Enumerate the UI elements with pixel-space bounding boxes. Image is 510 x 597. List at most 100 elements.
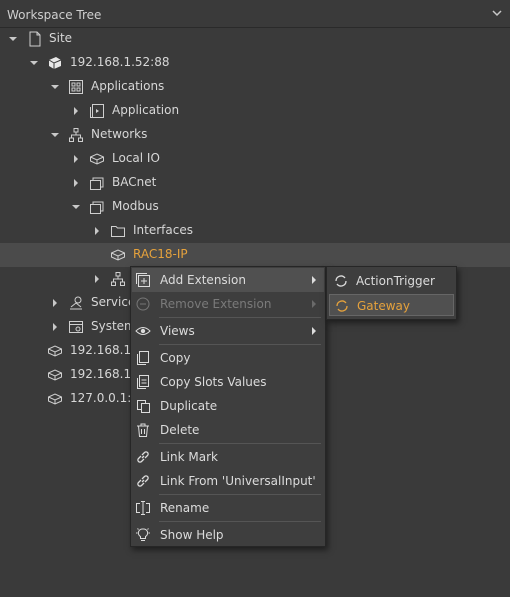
- menu-link-mark[interactable]: Link Mark: [132, 445, 324, 469]
- tree-label: Application: [112, 103, 180, 117]
- menu-delete[interactable]: Delete: [132, 418, 324, 442]
- tree-label: BACnet: [112, 175, 157, 189]
- menu-label: Views: [160, 324, 195, 338]
- tree-label: RAC18-IP: [133, 247, 188, 261]
- menu-label: Show Help: [160, 528, 224, 542]
- application-icon: [90, 104, 104, 118]
- action-trigger-icon: [335, 275, 347, 287]
- tree-label: Interfaces: [133, 223, 193, 237]
- expand-toggle[interactable]: [9, 37, 17, 41]
- add-extension-icon: [136, 273, 150, 287]
- duplicate-icon: [137, 400, 150, 413]
- add-extension-submenu: ActionTrigger Gateway: [326, 266, 457, 320]
- menu-copy[interactable]: Copy: [132, 346, 324, 370]
- tree-label: 192.168.1.52:88: [70, 55, 170, 69]
- menu-separator: [159, 317, 321, 318]
- panel-header: Workspace Tree: [0, 0, 510, 28]
- tree-node-applications[interactable]: Applications: [0, 75, 510, 99]
- network-icon: [69, 128, 83, 142]
- menu-separator: [159, 521, 321, 522]
- device-outline-icon: [111, 249, 125, 261]
- tree-label: Service: [91, 295, 136, 309]
- collapse-icon[interactable]: [492, 8, 502, 18]
- tree-label: Modbus: [112, 199, 159, 213]
- menu-label: Copy: [160, 351, 191, 365]
- eye-icon: [135, 327, 151, 335]
- expand-toggle[interactable]: [53, 323, 57, 331]
- submenu-arrow-icon: [312, 276, 316, 284]
- menu-remove-extension[interactable]: Remove Extension: [132, 292, 324, 316]
- device-outline-icon: [48, 369, 62, 381]
- tree-node-rac18-ip[interactable]: RAC18-IP: [0, 243, 510, 267]
- tree-node-local-io[interactable]: Local IO: [0, 147, 510, 171]
- menu-label: Link From 'UniversalInput': [160, 474, 316, 488]
- device-icon: [48, 57, 62, 69]
- expand-toggle[interactable]: [74, 155, 78, 163]
- expand-toggle[interactable]: [53, 299, 57, 307]
- menu-views[interactable]: Views: [132, 319, 324, 343]
- context-menu: Add Extension Remove Extension Views Cop…: [130, 266, 326, 547]
- submenu-arrow-icon: [312, 300, 316, 308]
- tree-label: Local IO: [112, 151, 160, 165]
- trash-icon: [137, 423, 149, 437]
- device-outline-icon: [48, 345, 62, 357]
- expand-toggle[interactable]: [72, 205, 80, 209]
- menu-label: Rename: [160, 501, 210, 515]
- submenu-arrow-icon: [312, 327, 316, 335]
- expand-toggle[interactable]: [30, 61, 38, 65]
- menu-label: Delete: [160, 423, 200, 437]
- submenu-gateway[interactable]: Gateway: [329, 294, 454, 316]
- menu-show-help[interactable]: Show Help: [132, 523, 324, 547]
- panel-title: Workspace Tree: [7, 8, 102, 22]
- menu-link-from[interactable]: Link From 'UniversalInput': [132, 469, 324, 493]
- menu-rename[interactable]: Rename: [132, 496, 324, 520]
- menu-label: Remove Extension: [160, 297, 272, 311]
- remove-icon: [136, 297, 150, 311]
- gateway-icon: [336, 300, 348, 312]
- menu-separator: [159, 494, 321, 495]
- tree-node-modbus[interactable]: Modbus: [0, 195, 510, 219]
- copy-values-icon: [137, 375, 149, 389]
- submenu-action-trigger[interactable]: ActionTrigger: [329, 270, 454, 292]
- rename-icon: [136, 501, 150, 515]
- tree-node-site[interactable]: Site: [0, 27, 510, 51]
- expand-toggle[interactable]: [74, 179, 78, 187]
- tree-node-host[interactable]: 192.168.1.52:88: [0, 51, 510, 75]
- menu-separator: [159, 443, 321, 444]
- system-icon: [69, 321, 83, 333]
- tree-label: Site: [49, 31, 73, 45]
- tree-label: Networks: [91, 127, 148, 141]
- link-from-icon: [137, 475, 149, 487]
- menu-duplicate[interactable]: Duplicate: [132, 394, 324, 418]
- menu-label: Add Extension: [160, 273, 246, 287]
- network-icon: [111, 272, 125, 286]
- link-icon: [137, 451, 149, 463]
- menu-separator: [159, 344, 321, 345]
- services-icon: [70, 296, 82, 310]
- tree-node-bacnet[interactable]: BACnet: [0, 171, 510, 195]
- lightbulb-icon: [136, 528, 150, 541]
- copy-icon: [137, 351, 149, 365]
- expand-toggle[interactable]: [95, 227, 99, 235]
- expand-toggle[interactable]: [51, 85, 59, 89]
- expand-toggle[interactable]: [74, 107, 78, 115]
- tree-node-application[interactable]: Application: [0, 99, 510, 123]
- tree-node-interfaces[interactable]: Interfaces: [0, 219, 510, 243]
- device-outline-icon: [48, 393, 62, 405]
- folder-icon: [111, 226, 125, 237]
- local-io-icon: [90, 153, 104, 165]
- menu-label: Copy Slots Values: [160, 375, 267, 389]
- submenu-label: ActionTrigger: [356, 274, 435, 288]
- tree-node-networks[interactable]: Networks: [0, 123, 510, 147]
- menu-add-extension[interactable]: Add Extension: [132, 268, 324, 292]
- tree-label: Applications: [91, 79, 165, 93]
- modbus-icon: [90, 201, 104, 214]
- expand-toggle[interactable]: [95, 275, 99, 283]
- menu-copy-slots-values[interactable]: Copy Slots Values: [132, 370, 324, 394]
- menu-label: Link Mark: [160, 450, 218, 464]
- document-icon: [29, 31, 41, 47]
- menu-label: Duplicate: [160, 399, 218, 413]
- tree-label: 127.0.0.1:1: [70, 391, 139, 405]
- expand-toggle[interactable]: [51, 133, 59, 137]
- bacnet-icon: [90, 177, 104, 190]
